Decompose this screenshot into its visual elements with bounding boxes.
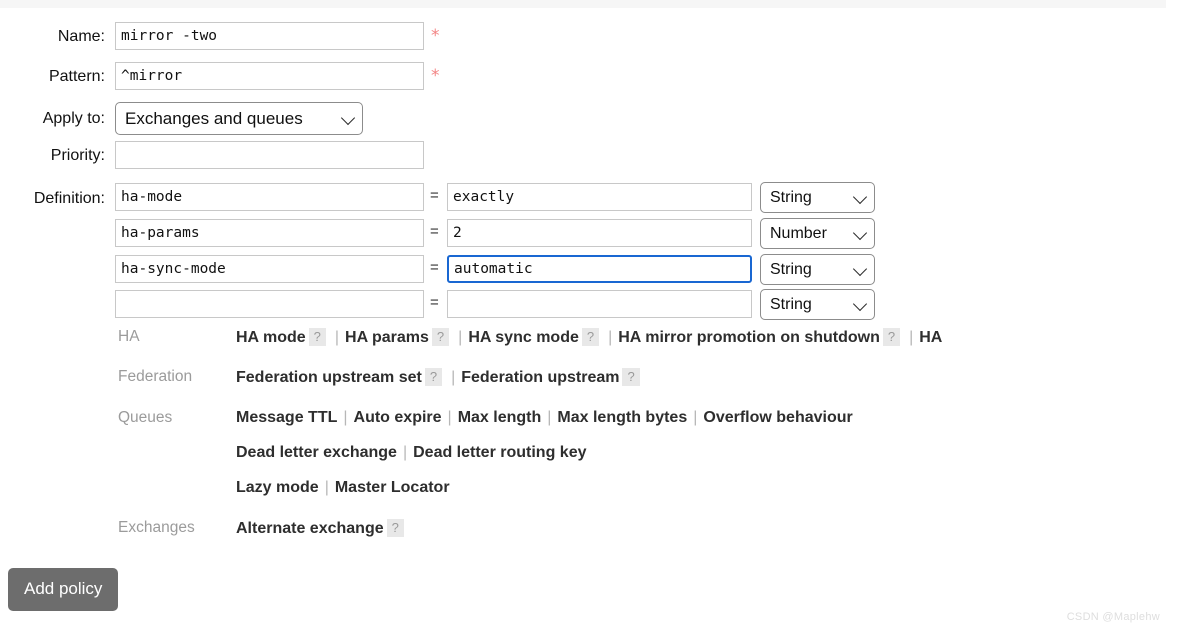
- link-separator: |: [402, 444, 408, 461]
- top-strip: [0, 0, 1184, 8]
- pattern-label: Pattern:: [48, 68, 105, 85]
- name-input[interactable]: [115, 22, 424, 50]
- policy-link-ha-mirror-promotion-on-shutdown[interactable]: HA mirror promotion on shutdown: [618, 329, 880, 346]
- link-separator: |: [324, 479, 329, 496]
- definition-type-select-4[interactable]: String: [760, 289, 875, 320]
- priority-label: Priority:: [50, 147, 105, 164]
- watermark: CSDN @Maplehw: [1066, 611, 1160, 623]
- policy-link-message-ttl[interactable]: Message TTL: [236, 409, 337, 426]
- policy-link-ha-sync-mode[interactable]: HA sync mode: [468, 329, 579, 346]
- definition-key-input-2[interactable]: [115, 219, 424, 247]
- help-icon[interactable]: ?: [431, 328, 450, 346]
- name-label: Name:: [57, 28, 105, 45]
- help-icon[interactable]: ?: [308, 328, 326, 346]
- link-separator: |: [693, 409, 698, 426]
- pattern-input[interactable]: [115, 62, 424, 90]
- definition-key-input-3[interactable]: [115, 255, 424, 283]
- policy-link-dead-letter-exchange[interactable]: Dead letter exchange: [236, 444, 397, 461]
- group-name-exchanges: Exchanges: [118, 519, 195, 536]
- policy-link-lazy-mode[interactable]: Lazy mode: [236, 479, 319, 496]
- name-required-asterisk: *: [431, 26, 440, 46]
- link-separator: |: [343, 409, 348, 426]
- help-icon[interactable]: ?: [386, 519, 404, 537]
- policy-link-ha-mode[interactable]: HA mode: [236, 329, 306, 346]
- group-links: Message TTL | Auto expire | Max length | Max l…: [236, 409, 853, 427]
- definition-key-input-4[interactable]: [115, 290, 424, 318]
- group-name-queues: Queues: [118, 409, 173, 426]
- policy-link-alternate-exchange[interactable]: Alternate exchange: [236, 520, 384, 537]
- definition-equals-1: =: [430, 187, 439, 204]
- help-icon[interactable]: ?: [424, 368, 443, 386]
- policy-link-max-length[interactable]: Max length: [458, 409, 542, 426]
- definition-type-select-1[interactable]: String: [760, 182, 875, 213]
- definition-value-input-2[interactable]: [447, 219, 752, 247]
- definition-type-select-2[interactable]: Number: [760, 218, 875, 249]
- policy-link-ha[interactable]: HA: [919, 329, 942, 346]
- definition-equals-2: =: [430, 223, 439, 240]
- definition-value-input-4[interactable]: [447, 290, 752, 318]
- definition-type-select-wrap-1: String: [760, 182, 875, 213]
- definition-equals-4: =: [430, 294, 439, 311]
- definition-type-select-wrap-4: String: [760, 289, 875, 320]
- group-name-federation: Federation: [118, 368, 193, 385]
- group-name-ha: HA: [118, 328, 140, 345]
- definition-equals-3: =: [430, 259, 439, 276]
- definition-key-input-1[interactable]: [115, 183, 424, 211]
- group-links: Lazy mode | Master Locator: [236, 479, 450, 497]
- group-links: Alternate exchange?: [236, 519, 407, 538]
- apply-to-select-wrap: Exchanges and queues: [115, 102, 363, 135]
- policy-link-max-length-bytes[interactable]: Max length bytes: [557, 409, 687, 426]
- group-links: Federation upstream set? | Federation upst…: [236, 368, 643, 387]
- policy-link-ha-params[interactable]: HA params: [345, 329, 429, 346]
- help-icon[interactable]: ?: [882, 328, 901, 346]
- apply-to-select[interactable]: Exchanges and queues: [115, 102, 363, 135]
- link-separator: |: [334, 329, 340, 346]
- policy-link-dead-letter-routing-key[interactable]: Dead letter routing key: [413, 444, 586, 461]
- definition-value-input-1[interactable]: [447, 183, 752, 211]
- definition-type-select-wrap-2: Number: [760, 218, 875, 249]
- help-icon[interactable]: ?: [581, 328, 600, 346]
- definition-label: Definition:: [33, 190, 105, 207]
- pattern-required-asterisk: *: [431, 66, 440, 86]
- link-separator: |: [608, 329, 613, 346]
- form-row-pattern: Pattern: *: [0, 62, 1184, 98]
- link-separator: |: [458, 329, 463, 346]
- help-icon[interactable]: ?: [622, 368, 640, 386]
- apply-to-label: Apply to:: [42, 110, 105, 127]
- definition-type-select-wrap-3: String: [760, 254, 875, 285]
- policy-link-auto-expire[interactable]: Auto expire: [354, 409, 442, 426]
- group-links: Dead letter exchange | Dead letter routing…: [236, 444, 586, 462]
- definition-value-input-3[interactable]: [447, 255, 752, 283]
- right-edge-strip: [1166, 0, 1184, 629]
- link-separator: |: [447, 409, 452, 426]
- form-row-name: Name: *: [0, 22, 1184, 58]
- link-separator: |: [451, 369, 456, 386]
- policy-form-page: Name: * Pattern: * Apply to: Exchanges a…: [0, 0, 1184, 629]
- definition-type-select-3[interactable]: String: [760, 254, 875, 285]
- link-separator: |: [909, 329, 914, 346]
- group-links: HA mode? | HA params? | HA sync mode? | HA mir…: [236, 328, 942, 347]
- policy-link-master-locator[interactable]: Master Locator: [335, 479, 450, 496]
- add-policy-button[interactable]: Add policy: [8, 568, 119, 611]
- policy-link-overflow-behaviour[interactable]: Overflow behaviour: [703, 409, 852, 426]
- policy-link-federation-upstream[interactable]: Federation upstream: [461, 369, 619, 386]
- link-separator: |: [547, 409, 552, 426]
- priority-input[interactable]: [115, 141, 424, 169]
- form-row-priority: Priority:: [0, 141, 1184, 177]
- policy-link-federation-upstream-set[interactable]: Federation upstream set: [236, 369, 422, 386]
